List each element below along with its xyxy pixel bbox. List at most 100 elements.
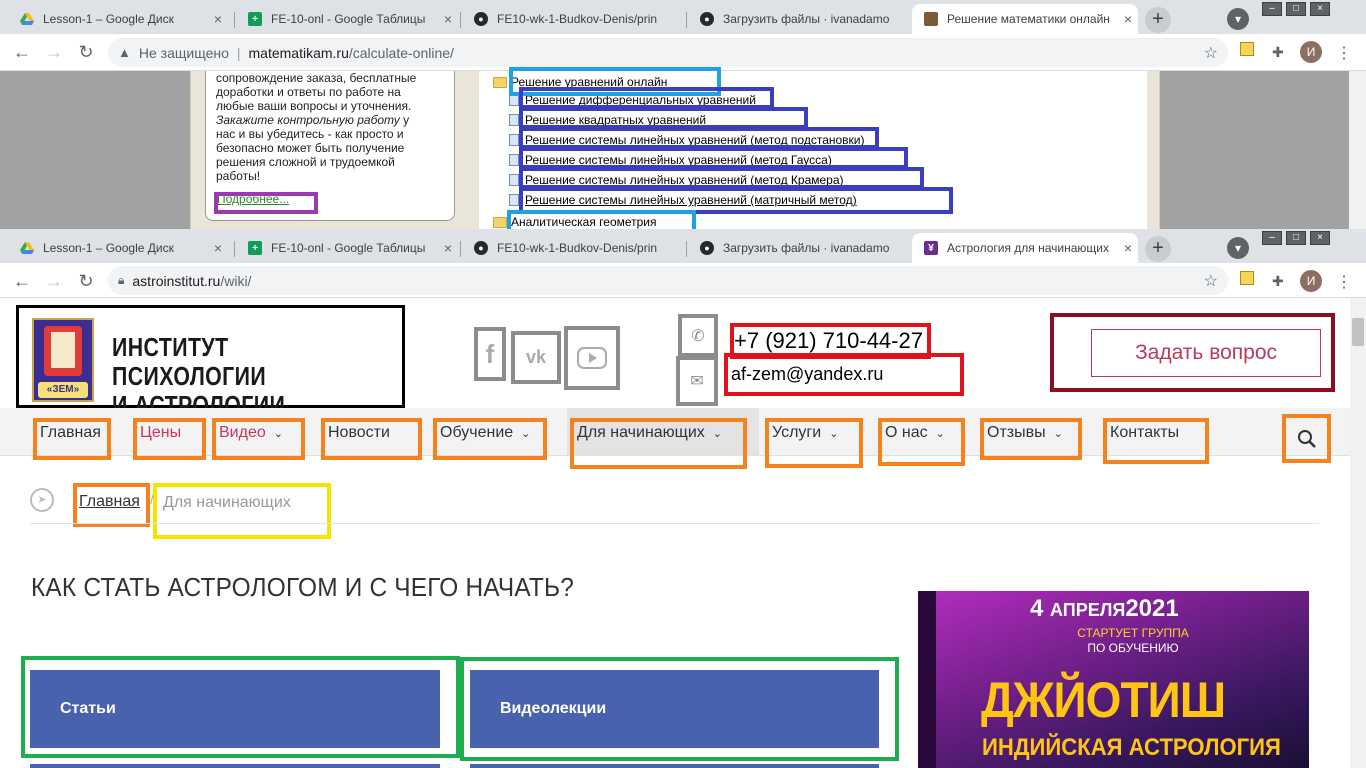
youtube-icon[interactable]: [564, 326, 620, 390]
nav-label: Цены: [140, 424, 182, 441]
browser-tab[interactable]: ● FE10-wk-1-Budkov-Denis/prin: [462, 233, 684, 263]
tab-label: Загрузить файлы · ivanadamo: [723, 241, 890, 255]
nav-item-home[interactable]: Главная: [33, 418, 111, 460]
browser-tab-active[interactable]: ¥ Астрология для начинающих ×: [912, 233, 1138, 263]
location-arrow-icon: ➤: [30, 488, 54, 512]
tab-strip: Lesson-1 – Google Диск × + FE-10-onl - G…: [0, 0, 1366, 34]
close-tab-icon[interactable]: ×: [438, 240, 458, 256]
highlight-box: [519, 147, 908, 169]
scrollbar-thumb[interactable]: [1352, 318, 1364, 346]
nav-item-education[interactable]: Обучение ⌄: [433, 418, 547, 460]
card-next[interactable]: [470, 764, 879, 768]
nav-label: Обучение: [440, 424, 514, 441]
url-domain: astroinstitut.ru: [132, 272, 221, 289]
avatar[interactable]: И: [1300, 270, 1322, 292]
reload-icon[interactable]: ↻: [76, 271, 96, 292]
highlight-box: [519, 167, 924, 189]
astro-favicon-icon: ¥: [924, 241, 938, 255]
url-field[interactable]: 🔒︎ astroinstitut.ru /wiki/ ☆: [108, 266, 1228, 295]
close-tab-icon[interactable]: ×: [1118, 240, 1138, 256]
panel-text: работы!: [216, 169, 261, 183]
promo-banner[interactable]: 4 АПРЕЛЯ2021 СТАРТУЕТ ГРУППА ПО ОБУЧЕНИЮ…: [918, 591, 1309, 768]
browser-tab[interactable]: ● Загрузить файлы · ivanadamo: [688, 4, 910, 34]
extension-icon[interactable]: [1240, 271, 1254, 285]
tab-search-icon[interactable]: ▾: [1227, 237, 1249, 259]
new-tab-button[interactable]: +: [1145, 7, 1171, 33]
ask-question-wrap: Задать вопрос: [1050, 313, 1335, 392]
close-tab-icon[interactable]: ×: [438, 11, 458, 27]
tab-label: FE10-wk-1-Budkov-Denis/prin: [497, 12, 658, 26]
browser-tab[interactable]: Lesson-1 – Google Диск ×: [8, 233, 228, 263]
browser-tab[interactable]: + FE-10-onl - Google Таблицы ×: [236, 233, 458, 263]
card-next[interactable]: [30, 764, 440, 768]
reload-icon[interactable]: ↻: [76, 42, 96, 63]
card-articles[interactable]: Статьи: [30, 670, 440, 748]
bookmark-star-icon[interactable]: ☆: [1204, 271, 1218, 291]
site-logo[interactable]: «ЗЕМ» ИНСТИТУТ ПСИХОЛОГИИ И АСТРОЛОГИИ: [16, 305, 405, 420]
panel-text: сопровождение заказа, бесплатные: [216, 71, 417, 85]
nav-item-news[interactable]: Новости: [321, 418, 422, 460]
maximize-button[interactable]: □: [1286, 231, 1306, 245]
close-tab-icon[interactable]: ×: [1118, 11, 1138, 27]
browser-tab[interactable]: Lesson-1 – Google Диск ×: [8, 4, 228, 34]
back-icon[interactable]: ←: [12, 271, 32, 292]
github-icon: ●: [700, 12, 714, 26]
url-path: /wiki/: [220, 272, 252, 289]
forward-icon[interactable]: →: [44, 42, 64, 63]
browser-tab[interactable]: ● FE10-wk-1-Budkov-Denis/prin: [462, 4, 684, 34]
bookmark-star-icon[interactable]: ☆: [1204, 43, 1218, 63]
nav-label: Новости: [328, 424, 390, 441]
panel-text: любые ваши вопросы и уточнения.: [216, 99, 412, 113]
browser-tab[interactable]: + FE-10-onl - Google Таблицы ×: [236, 4, 458, 34]
extensions-puzzle-icon[interactable]: ✚: [1272, 273, 1284, 290]
close-window-button[interactable]: ×: [1310, 231, 1330, 245]
main-nav: Главная Цены Видео ⌄ Новости Обучение ⌄ Дл…: [0, 408, 1350, 469]
nav-item-reviews[interactable]: Отзывы ⌄: [980, 418, 1082, 460]
extensions-puzzle-icon[interactable]: ✚: [1272, 44, 1284, 61]
menu-icon[interactable]: ⋮: [1336, 272, 1352, 292]
document-icon: [509, 154, 519, 166]
close-tab-icon[interactable]: ×: [208, 11, 228, 27]
minimize-button[interactable]: –: [1262, 2, 1282, 16]
minimize-button[interactable]: –: [1262, 231, 1282, 245]
tab-label: Lesson-1 – Google Диск: [43, 12, 174, 26]
panel-text: у: [399, 113, 410, 127]
tab-search-icon[interactable]: ▾: [1227, 8, 1249, 30]
browser-tab[interactable]: ● Загрузить файлы · ivanadamo: [688, 233, 910, 263]
nav-label: Для начинающих: [577, 424, 705, 441]
scrollbar[interactable]: [1350, 298, 1366, 768]
scrollbar[interactable]: [1349, 71, 1366, 229]
close-tab-icon[interactable]: ×: [208, 240, 228, 256]
logo-emblem: «ЗЕМ»: [32, 318, 94, 402]
nav-label: Услуги: [772, 424, 822, 441]
card-video-lectures[interactable]: Видеолекции: [470, 670, 879, 748]
extension-icon[interactable]: [1240, 42, 1254, 56]
forward-icon[interactable]: →: [44, 271, 64, 292]
ask-question-button[interactable]: Задать вопрос: [1091, 329, 1321, 377]
email-address[interactable]: af-zem@yandex.ru: [724, 353, 964, 396]
nav-label: Видео: [219, 424, 266, 441]
maximize-button[interactable]: □: [1286, 2, 1306, 16]
tab-label: FE10-wk-1-Budkov-Denis/prin: [497, 241, 658, 255]
panel-text: нас и вы убедитесь - как просто и: [216, 127, 404, 141]
new-tab-button[interactable]: +: [1145, 236, 1171, 262]
breadcrumb-current: Для начинающих: [153, 483, 331, 539]
nav-item-video[interactable]: Видео ⌄: [212, 418, 305, 460]
browser-tab-active[interactable]: Решение математики онлайн ×: [912, 4, 1138, 34]
vk-icon[interactable]: vk: [511, 331, 561, 384]
menu-icon[interactable]: ⋮: [1336, 43, 1352, 63]
breadcrumb-home[interactable]: Главная: [73, 483, 150, 527]
back-icon[interactable]: ←: [12, 42, 32, 63]
lock-icon[interactable]: 🔒︎: [118, 273, 124, 288]
avatar[interactable]: И: [1300, 41, 1322, 63]
promo-starts: СТАРТУЕТ ГРУППА: [1077, 626, 1189, 640]
warning-icon[interactable]: ▲: [118, 45, 131, 60]
close-window-button[interactable]: ×: [1310, 2, 1330, 16]
tab-label: Решение математики онлайн: [947, 12, 1110, 26]
facebook-icon[interactable]: f: [474, 327, 506, 381]
nav-item-prices[interactable]: Цены: [133, 418, 206, 460]
document-icon: [509, 194, 519, 206]
url-field[interactable]: ▲ Не защищено | matematikam.ru /calculat…: [108, 38, 1228, 67]
chevron-down-icon: ⌄: [273, 428, 283, 440]
promo-year: 2021: [1125, 595, 1179, 622]
